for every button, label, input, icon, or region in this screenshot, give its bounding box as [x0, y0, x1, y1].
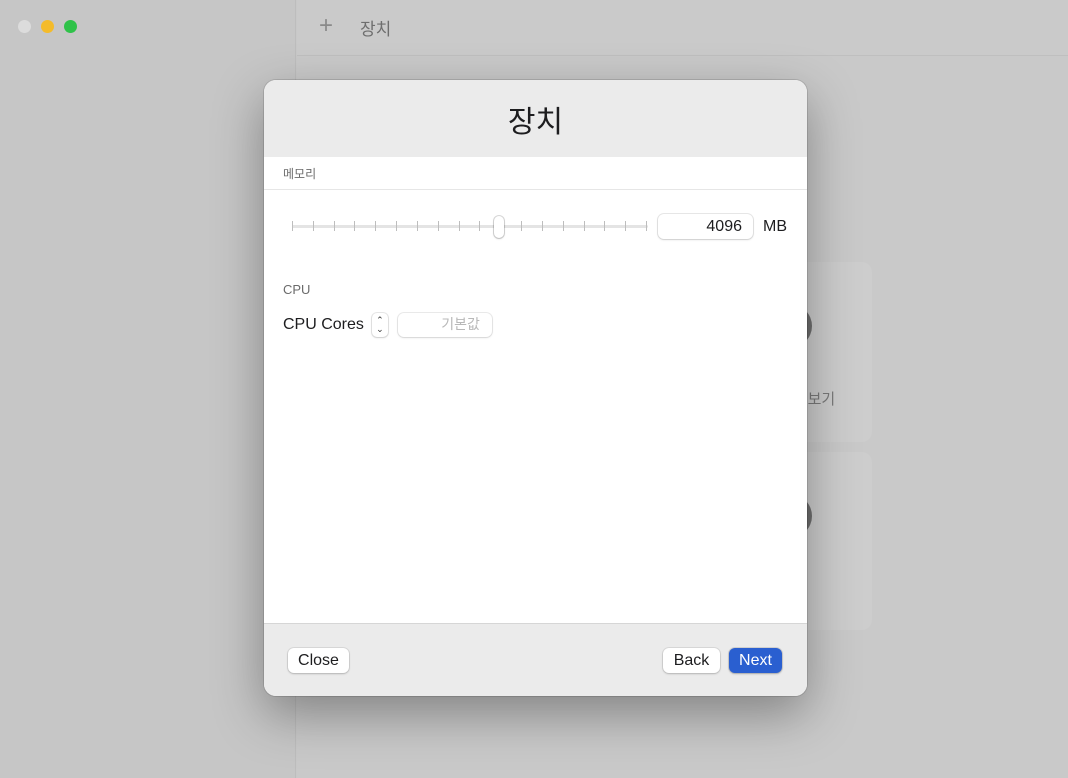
memory-slider[interactable]: [292, 216, 648, 238]
slider-tick: [292, 221, 293, 231]
slider-tick: [521, 221, 523, 231]
slider-tick: [312, 221, 314, 231]
memory-row: MB: [264, 210, 807, 242]
slider-tick: [625, 221, 627, 231]
slider-tick: [437, 221, 439, 231]
slider-tick: [646, 221, 647, 231]
minimize-window-button[interactable]: [41, 20, 54, 33]
memory-slider-thumb[interactable]: [494, 216, 505, 238]
slider-tick: [375, 221, 377, 231]
slider-tick: [396, 221, 398, 231]
memory-value-input[interactable]: [658, 214, 753, 239]
slider-tick: [458, 221, 460, 231]
slider-tick: [583, 221, 585, 231]
memory-slider-track: [292, 225, 648, 228]
back-button[interactable]: Back: [663, 648, 720, 673]
toolbar-title: 장치: [360, 20, 392, 40]
slider-tick: [354, 221, 356, 231]
slider-tick: [541, 221, 543, 231]
slider-tick: [333, 221, 335, 231]
memory-unit-label: MB: [763, 218, 787, 235]
devices-dialog: 장치 메모리 MB CPU CPU Cores ⌃ ⌄ Close Back N…: [264, 80, 807, 696]
dialog-footer: Close Back Next: [264, 623, 807, 696]
next-button[interactable]: Next: [729, 648, 782, 673]
cpu-cores-row: CPU Cores ⌃ ⌄: [283, 312, 492, 338]
slider-tick: [562, 221, 564, 231]
cpu-section-label: CPU: [283, 282, 311, 297]
dialog-header: 장치: [264, 80, 807, 157]
plus-icon[interactable]: +: [319, 12, 333, 40]
chevron-down-icon[interactable]: ⌄: [376, 325, 384, 334]
close-window-button[interactable]: [18, 20, 31, 33]
slider-tick: [604, 221, 606, 231]
dialog-title: 장치: [507, 104, 564, 140]
memory-section-header: 메모리: [264, 157, 807, 190]
cpu-cores-label: CPU Cores: [283, 316, 364, 333]
cpu-cores-input[interactable]: [397, 313, 492, 337]
close-button[interactable]: Close: [288, 648, 349, 673]
window-controls: [18, 20, 77, 33]
sidebar: [0, 0, 296, 778]
cpu-cores-stepper[interactable]: ⌃ ⌄: [371, 313, 388, 337]
slider-tick: [416, 221, 418, 231]
toolbar: + 장치: [297, 0, 1068, 56]
maximize-window-button[interactable]: [64, 20, 77, 33]
memory-section-label: 메모리: [283, 166, 317, 181]
slider-tick: [479, 221, 481, 231]
